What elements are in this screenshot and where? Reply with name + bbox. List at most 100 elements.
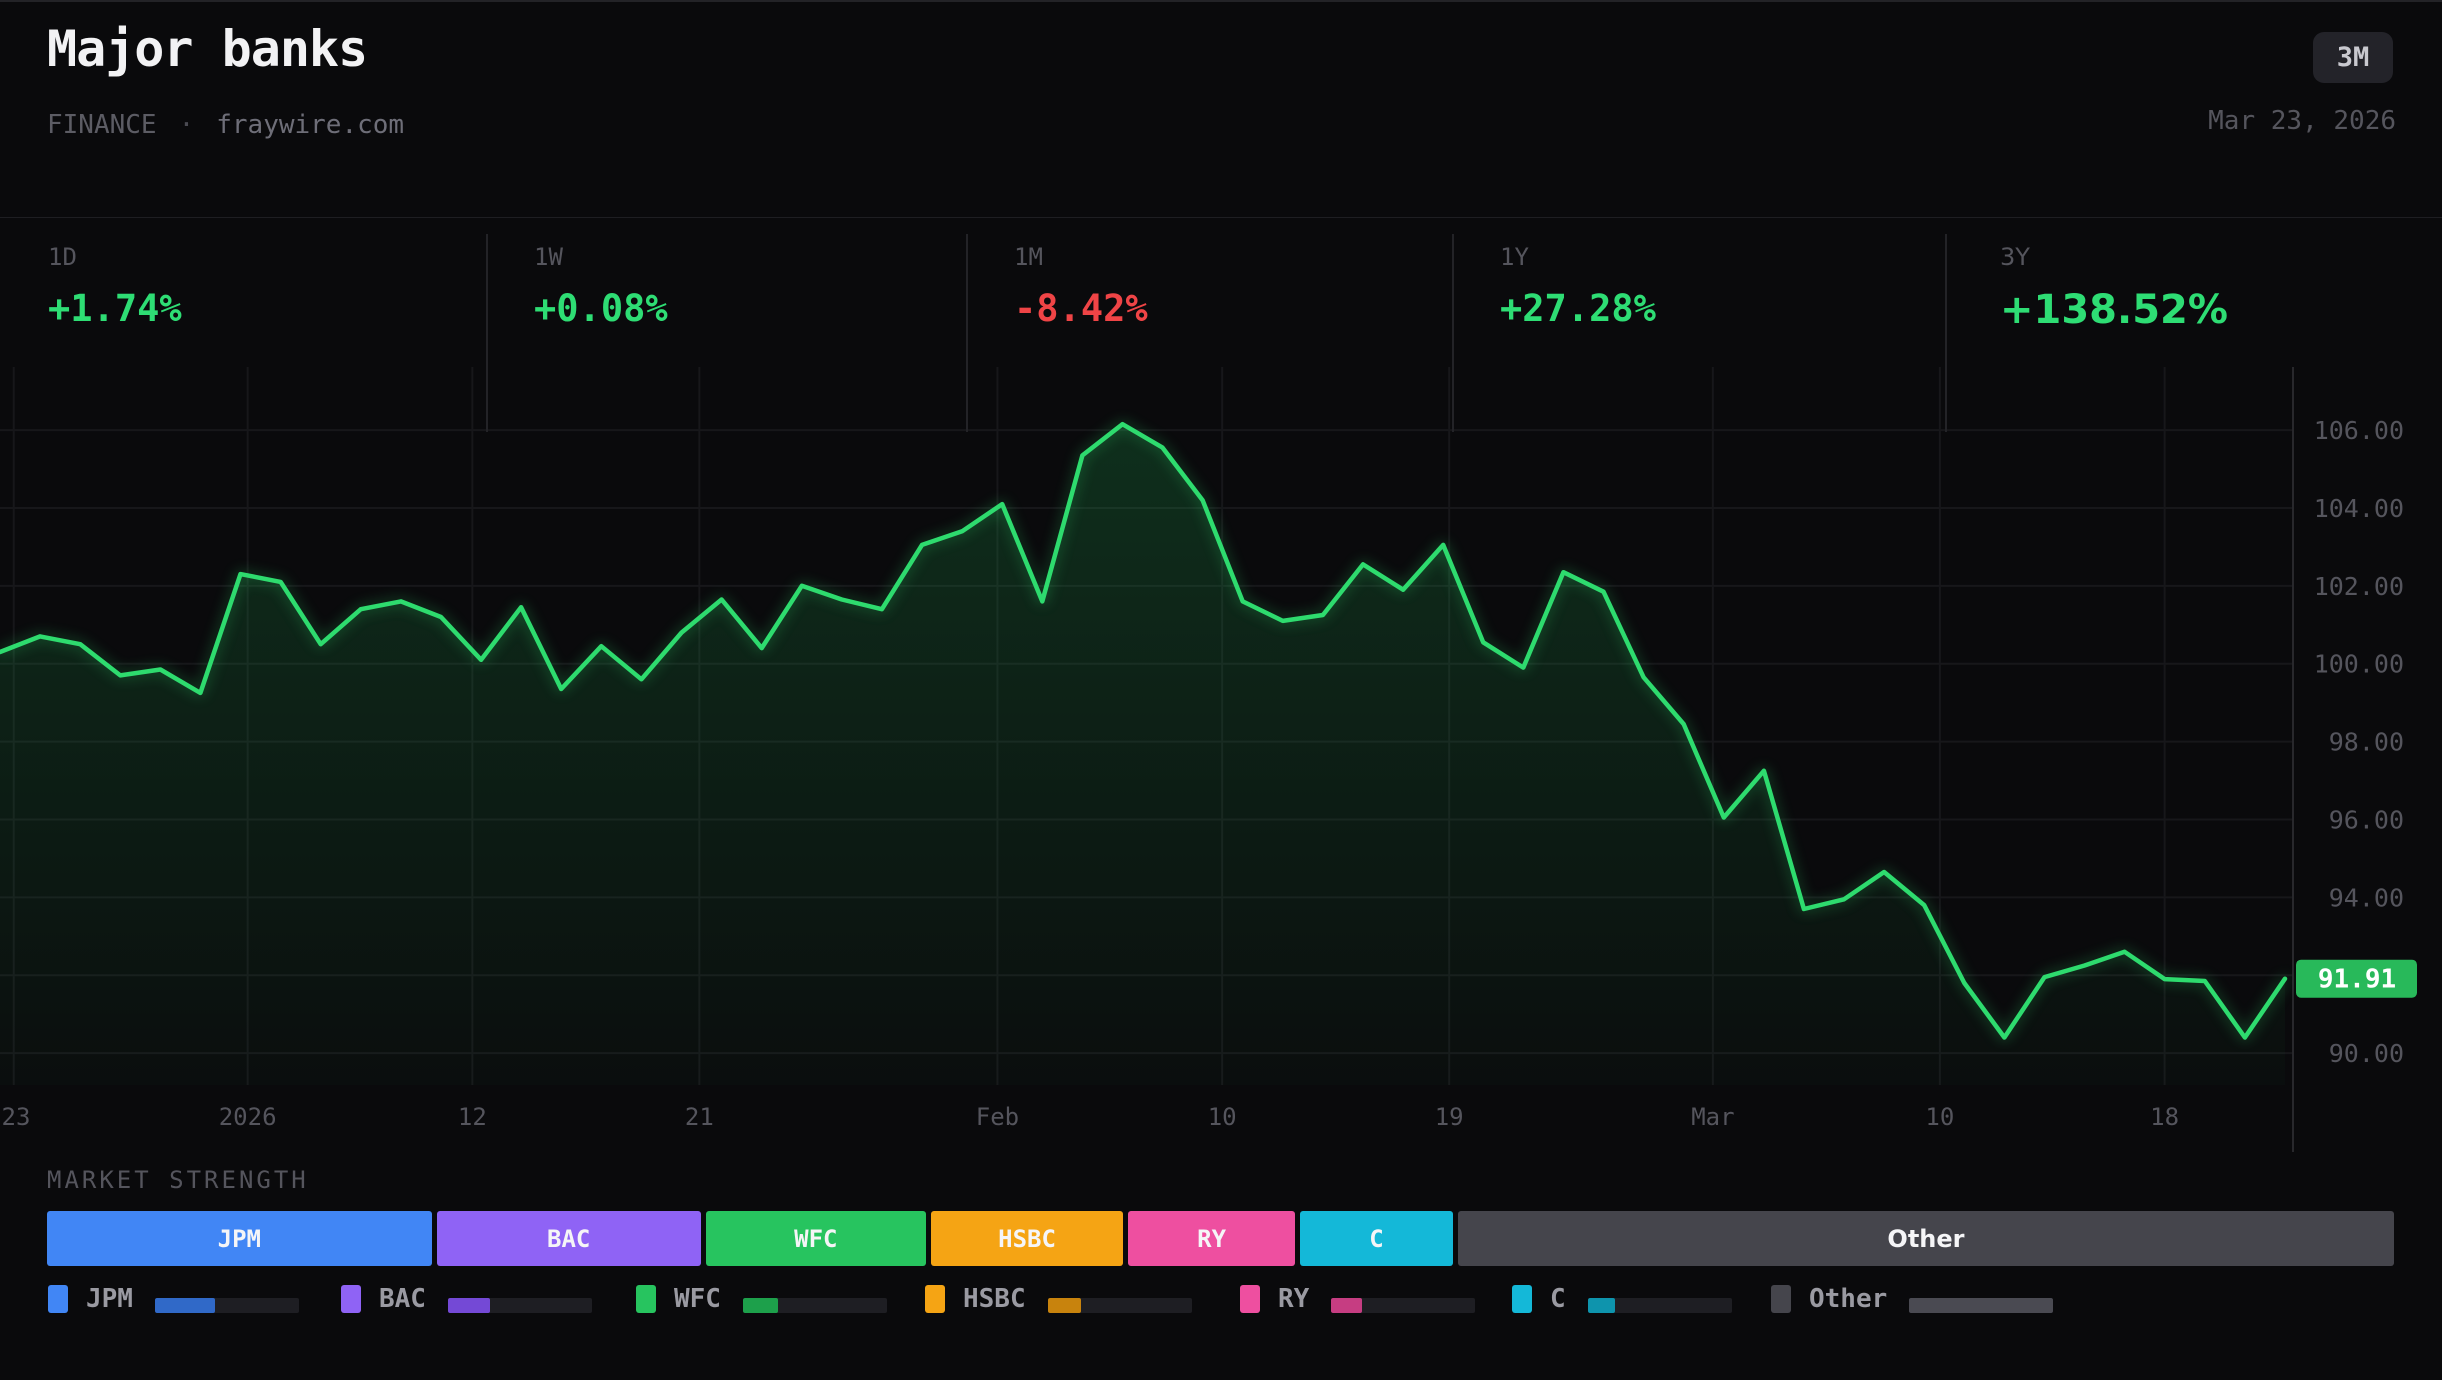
legend-strength-fill (743, 1298, 778, 1313)
legend-strength-fill (448, 1298, 490, 1313)
legend-item-bac[interactable]: BAC (341, 1283, 636, 1315)
header: Major banks FINANCE · fraywire.com 3M Ma… (0, 2, 2442, 217)
legend-label: BAC (379, 1284, 426, 1314)
market-strength-title: MARKET STRENGTH (47, 1166, 309, 1194)
stat-label: 1M (1014, 243, 1148, 271)
area-fill (0, 424, 2285, 1085)
legend-label: C (1550, 1284, 1566, 1314)
stat-value: +1.74% (48, 287, 182, 330)
strength-segment-bac[interactable]: BAC (437, 1211, 701, 1266)
stat-1w: 1W +0.08% (534, 218, 668, 368)
legend-item-jpm[interactable]: JPM (48, 1283, 341, 1315)
legend-swatch (341, 1285, 361, 1313)
stat-value: +138.52% (2000, 287, 2228, 333)
legend-item-wfc[interactable]: WFC (636, 1283, 925, 1315)
finance-chart-page: Major banks FINANCE · fraywire.com 3M Ma… (0, 0, 2442, 1380)
stat-3y: 3Y +138.52% (2000, 218, 2228, 368)
strength-segment-hsbc[interactable]: HSBC (931, 1211, 1123, 1266)
y-axis-tick-label: 98.00 (2329, 728, 2404, 757)
stat-label: 1D (48, 243, 182, 271)
legend-strength-fill (1048, 1298, 1081, 1313)
legend-strength-fill (155, 1298, 215, 1313)
legend-item-hsbc[interactable]: HSBC (925, 1283, 1240, 1315)
legend-label: WFC (674, 1284, 721, 1314)
divider (966, 234, 968, 432)
legend-label: RY (1278, 1284, 1309, 1314)
divider (486, 234, 488, 432)
strength-segment-label: BAC (547, 1225, 590, 1253)
x-axis-tick-label: 19 (1435, 1103, 1464, 1131)
stat-value: -8.42% (1014, 287, 1148, 330)
legend-swatch (1240, 1285, 1260, 1313)
legend-strength-track (743, 1298, 887, 1313)
x-axis-tick-label: 10 (1208, 1103, 1237, 1131)
page-title: Major banks (47, 20, 367, 78)
x-axis-tick-label: 2026 (219, 1103, 277, 1131)
legend-strength-track (448, 1298, 592, 1313)
divider (1945, 234, 1947, 432)
legend-strength-track (1588, 1298, 1732, 1313)
chart-svg: 106.00104.00102.00100.0098.0096.0094.009… (0, 367, 2442, 1152)
market-strength-section: MARKET STRENGTH JPM BAC WFC HSBC RY C Other JP… (0, 1152, 2442, 1380)
strength-segment-label: WFC (794, 1225, 837, 1253)
legend-item-ry[interactable]: RY (1240, 1283, 1512, 1315)
legend-swatch (1512, 1285, 1532, 1313)
y-axis-tick-label: 90.00 (2329, 1039, 2404, 1068)
legend-swatch (636, 1285, 656, 1313)
stat-value: +27.28% (1500, 287, 1656, 330)
legend-strength-track (155, 1298, 299, 1313)
stat-1d: 1D +1.74% (48, 218, 182, 368)
legend-strength-track (1048, 1298, 1192, 1313)
x-axis-tick-label: 10 (1925, 1103, 1954, 1131)
x-axis-tick-label: 21 (685, 1103, 714, 1131)
x-axis-tick-label: 23 (2, 1103, 31, 1131)
y-axis-tick-label: 106.00 (2314, 416, 2404, 445)
time-range-badge[interactable]: 3M (2313, 32, 2393, 83)
strength-segment-label: HSBC (998, 1225, 1056, 1253)
legend-swatch (1771, 1285, 1791, 1313)
legend-strength-fill (1909, 1298, 2053, 1313)
stat-1y: 1Y +27.28% (1500, 218, 1656, 368)
source-link[interactable]: fraywire.com (216, 110, 404, 140)
legend-label: Other (1809, 1284, 1887, 1314)
legend-swatch (48, 1285, 68, 1313)
legend-item-c[interactable]: C (1512, 1283, 1771, 1315)
legend-label: JPM (86, 1284, 133, 1314)
stat-1m: 1M -8.42% (1014, 218, 1148, 368)
y-axis-tick-label: 104.00 (2314, 494, 2404, 523)
separator-dot: · (179, 110, 195, 140)
strength-segment-wfc[interactable]: WFC (706, 1211, 926, 1266)
category-label: FINANCE (47, 110, 157, 140)
stat-label: 3Y (2000, 243, 2228, 271)
x-axis-tick-label: Mar (1691, 1103, 1734, 1131)
x-axis-tick-label: 18 (2150, 1103, 2179, 1131)
y-axis-tick-label: 102.00 (2314, 572, 2404, 601)
x-axis-tick-label: 12 (458, 1103, 487, 1131)
market-strength-bar: JPM BAC WFC HSBC RY C Other (47, 1211, 2394, 1266)
strength-segment-c[interactable]: C (1300, 1211, 1453, 1266)
performance-stats-row: 1D +1.74% 1W +0.08% 1M -8.42% 1Y +27.28%… (0, 217, 2442, 367)
last-price-value: 91.91 (2318, 965, 2396, 995)
y-axis-tick-label: 100.00 (2314, 650, 2404, 679)
legend-item-other[interactable]: Other (1771, 1283, 2053, 1315)
legend-label: HSBC (963, 1284, 1026, 1314)
legend-strength-fill (1331, 1298, 1361, 1313)
strength-segment-ry[interactable]: RY (1128, 1211, 1295, 1266)
legend-swatch (925, 1285, 945, 1313)
stat-value: +0.08% (534, 287, 668, 330)
strength-segment-label: JPM (218, 1225, 261, 1253)
legend-strength-track (1909, 1298, 2053, 1313)
strength-segment-label: Other (1887, 1225, 1964, 1253)
legend-strength-fill (1588, 1298, 1615, 1313)
y-axis-tick-label: 94.00 (2329, 883, 2404, 912)
strength-segment-jpm[interactable]: JPM (47, 1211, 432, 1266)
price-chart[interactable]: 106.00104.00102.00100.0098.0096.0094.009… (0, 367, 2442, 1152)
subtitle: FINANCE · fraywire.com (47, 110, 404, 140)
legend-strength-track (1331, 1298, 1475, 1313)
date-label: Mar 23, 2026 (2208, 106, 2396, 136)
divider (1452, 234, 1454, 432)
strength-segment-label: RY (1197, 1225, 1226, 1253)
stat-label: 1Y (1500, 243, 1656, 271)
strength-segment-other[interactable]: Other (1458, 1211, 2394, 1266)
strength-segment-label: C (1369, 1225, 1383, 1253)
